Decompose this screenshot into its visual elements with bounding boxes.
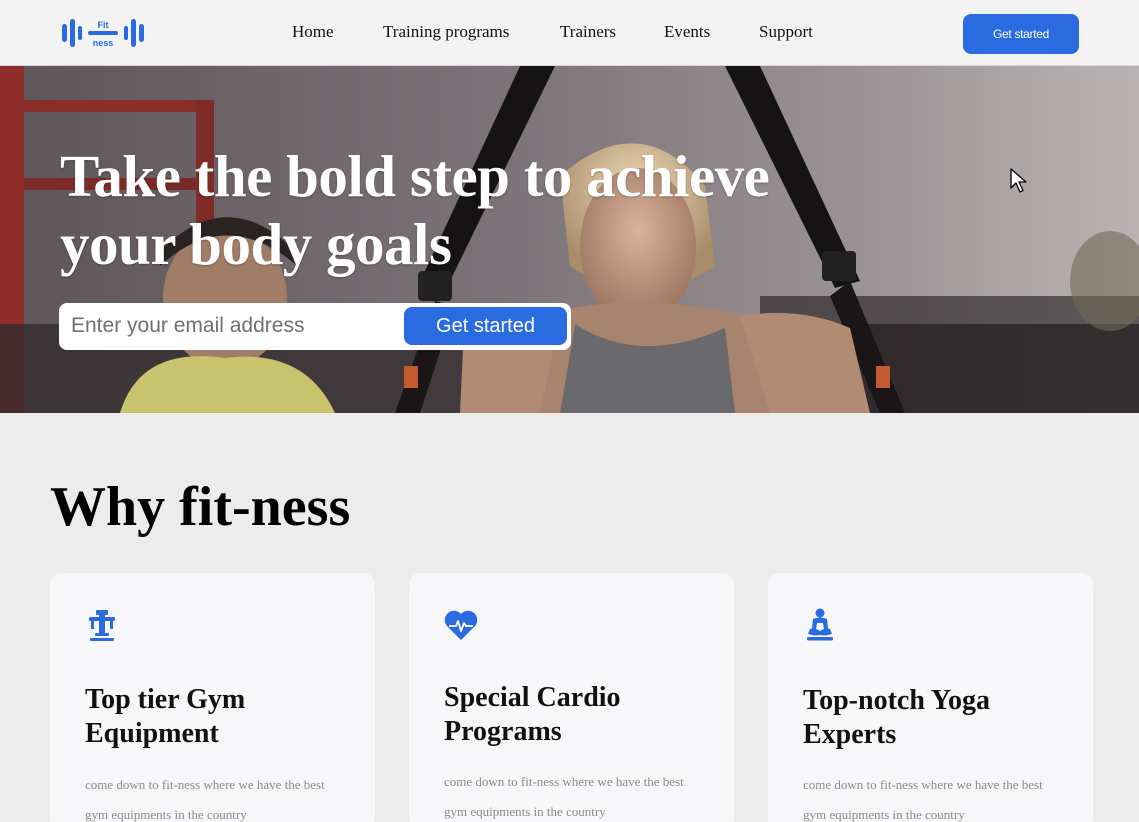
svg-text:ness: ness xyxy=(93,38,114,48)
hero-section: Take the bold step to achieve your body … xyxy=(0,66,1139,413)
nav-events[interactable]: Events xyxy=(664,22,710,42)
fitness-logo[interactable]: Fit ness xyxy=(60,16,150,50)
yoga-icon xyxy=(807,608,833,641)
hero-title: Take the bold step to achieve your body … xyxy=(60,143,770,277)
svg-text:Fit: Fit xyxy=(98,20,109,30)
nav-get-started-button[interactable]: Get started xyxy=(963,14,1079,54)
why-section-title: Why fit-ness xyxy=(50,476,351,538)
feature-card-yoga: Top-notch Yoga Experts come down to fit-… xyxy=(768,573,1093,822)
feature-card-gym-equipment: Top tier Gym Equipment come down to fit-… xyxy=(50,573,375,822)
email-signup-form: Get started xyxy=(59,303,571,350)
email-input[interactable] xyxy=(71,311,401,341)
heartbeat-icon xyxy=(444,610,478,640)
card-title: Special Cardio Programs xyxy=(444,682,621,747)
gym-equipment-icon xyxy=(89,610,115,641)
nav-trainers[interactable]: Trainers xyxy=(560,22,616,42)
navbar: Fit ness Home Training programs Trainers… xyxy=(0,0,1139,66)
card-title: Top-notch Yoga Experts xyxy=(803,685,990,750)
feature-card-cardio: Special Cardio Programs come down to fit… xyxy=(409,573,734,822)
nav-home[interactable]: Home xyxy=(292,22,334,42)
nav-support[interactable]: Support xyxy=(759,22,813,42)
card-description: come down to fit-ness where we have the … xyxy=(85,777,325,822)
card-description: come down to fit-ness where we have the … xyxy=(444,774,684,819)
card-description: come down to fit-ness where we have the … xyxy=(803,777,1043,822)
card-title: Top tier Gym Equipment xyxy=(85,684,246,749)
hero-get-started-button[interactable]: Get started xyxy=(404,307,567,345)
nav-training-programs[interactable]: Training programs xyxy=(383,22,509,42)
mouse-cursor-icon xyxy=(1010,168,1027,193)
